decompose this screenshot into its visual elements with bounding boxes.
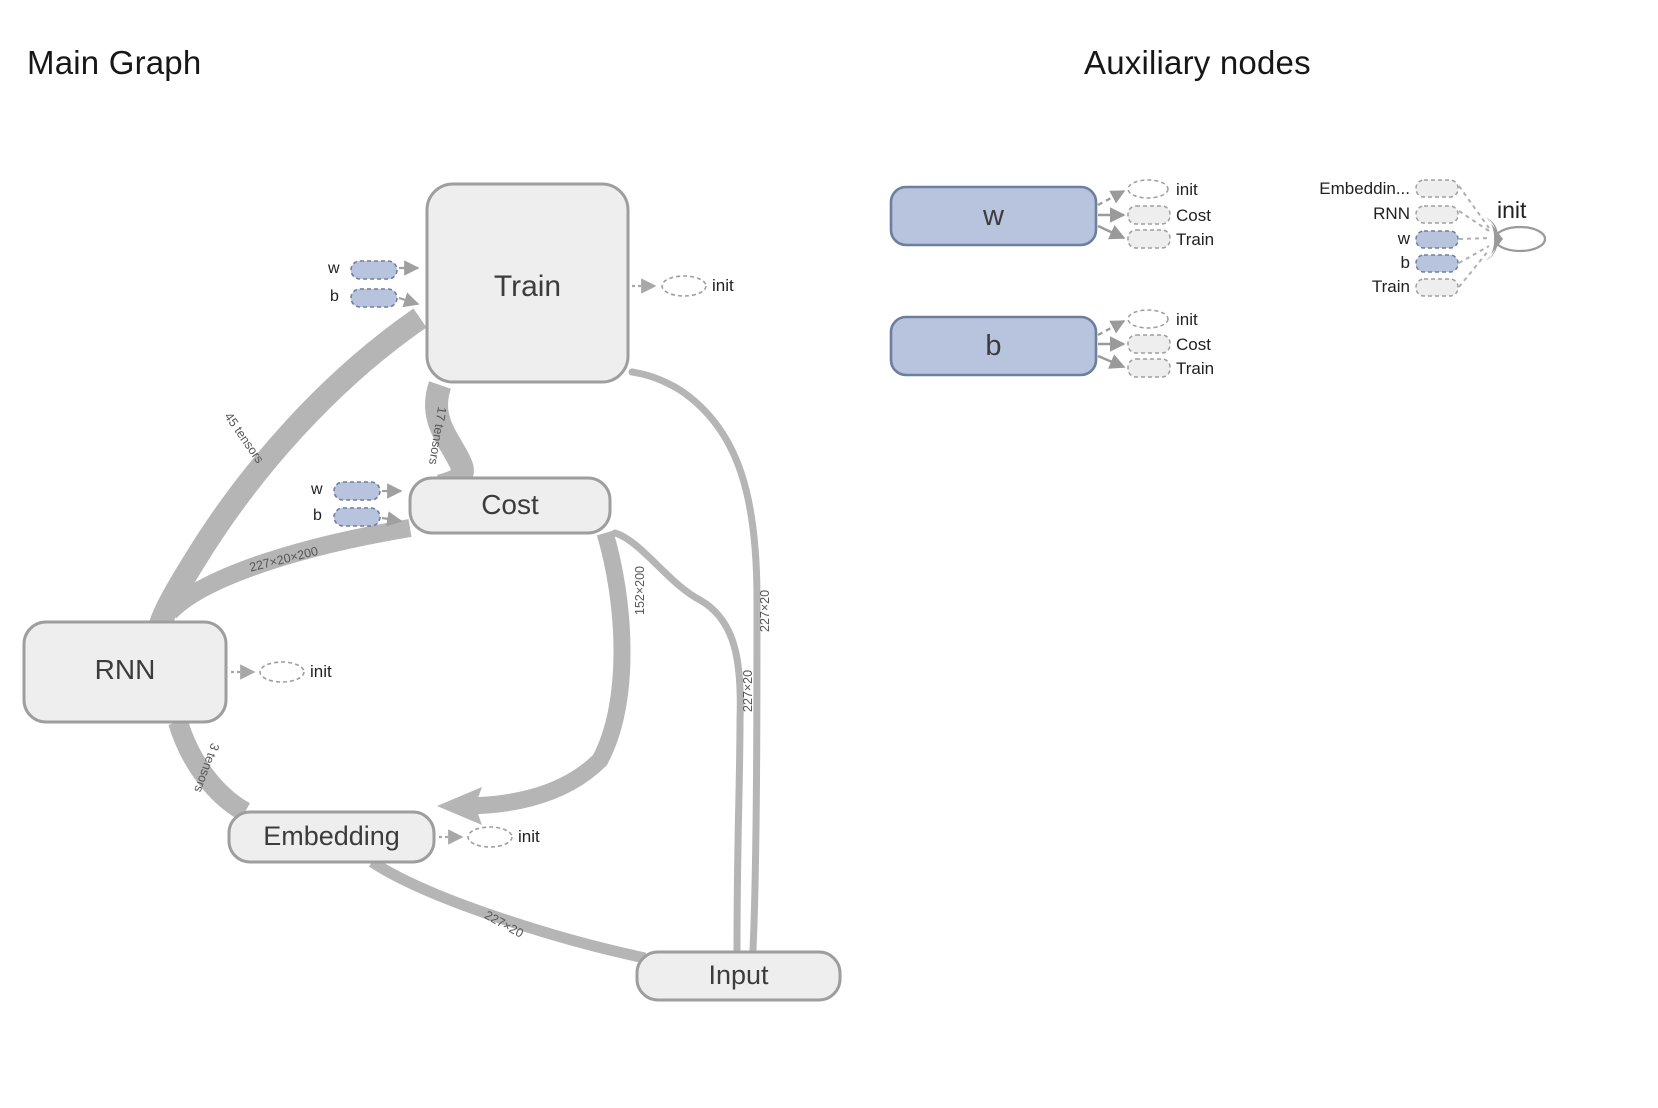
stub-label-train-w: w [328, 260, 340, 277]
aux-init-stub-rnn[interactable] [1415, 205, 1459, 224]
aux-b-edge-init [1097, 320, 1126, 336]
aux-w-edge-init [1097, 190, 1126, 206]
stub-label-train-b: b [330, 288, 339, 305]
aux-w-target-train[interactable] [1127, 229, 1171, 249]
aux-w-target-init[interactable] [1127, 179, 1169, 199]
edge-cost-embedding [461, 530, 631, 815]
graph-edges-layer [22, 179, 1547, 1002]
aux-init-stub-w[interactable] [1415, 230, 1459, 249]
stub-train-w[interactable] [350, 260, 398, 280]
aux-b-target-train[interactable] [1127, 358, 1171, 378]
aux-init-label-embedding: Embeddin... [1319, 179, 1410, 198]
aux-w-target-label-init: init [1176, 180, 1198, 199]
aux-init-label-train: Train [1371, 277, 1410, 296]
stub-cost-w[interactable] [333, 481, 381, 501]
aux-b-target-init[interactable] [1127, 309, 1169, 329]
edge-embedding-input [368, 857, 647, 964]
aux-w-target-label-cost: Cost [1176, 206, 1211, 225]
node-rnn[interactable] [22, 620, 228, 724]
stub-train-b[interactable] [350, 288, 398, 308]
node-cost[interactable] [408, 476, 612, 535]
aux-b-edge-train [1097, 354, 1126, 369]
edge-rnn-embedding [168, 718, 251, 821]
aux-w-group [889, 179, 1171, 249]
annotation-label-embedding-init: init [518, 827, 540, 846]
aux-b-target-label-cost: Cost [1176, 335, 1211, 354]
graph-canvas: Main Graph Auxiliary nodes Train Cost RN… [0, 0, 1658, 1108]
stub-cost-b-edge [381, 511, 403, 527]
aux-node-w[interactable] [889, 185, 1098, 247]
aux-init-label-rnn: RNN [1373, 204, 1410, 223]
aux-w-target-cost[interactable] [1127, 205, 1171, 225]
annotation-embedding-init[interactable] [467, 826, 513, 848]
node-train[interactable] [425, 182, 630, 384]
aux-b-target-label-train: Train [1176, 359, 1215, 378]
node-input[interactable] [635, 950, 842, 1002]
stub-cost-b[interactable] [333, 507, 381, 527]
edge-train-cost [425, 381, 474, 498]
aux-init-stub-train[interactable] [1415, 278, 1459, 297]
aux-w-target-label-train: Train [1176, 230, 1215, 249]
annotation-train-init[interactable] [661, 275, 707, 297]
aux-b-target-cost[interactable] [1127, 334, 1171, 354]
edge-input-cost [611, 529, 744, 954]
variable-stubs [333, 260, 420, 527]
thin-edges [611, 368, 761, 954]
aux-init-cluster-label: init [1497, 197, 1527, 223]
aux-init-stub-embedding[interactable] [1415, 179, 1459, 198]
aux-b-target-label-init: init [1176, 310, 1198, 329]
aux-node-b[interactable] [889, 315, 1098, 377]
stub-label-cost-b: b [313, 507, 322, 524]
node-embedding[interactable] [227, 810, 436, 864]
aux-w-edge-train [1097, 224, 1126, 240]
annotation-label-rnn-init: init [310, 662, 332, 681]
main-graph-nodes [22, 182, 842, 1002]
aux-init-edge-w [1458, 237, 1490, 240]
annotation-rnn-init[interactable] [259, 661, 305, 683]
aux-init-label-b: b [1400, 253, 1410, 272]
stub-train-b-edge [398, 292, 420, 308]
annotation-label-train-init: init [712, 276, 734, 295]
aux-init-label-w: w [1397, 229, 1410, 248]
stub-label-cost-w: w [311, 481, 323, 498]
aux-b-group [889, 309, 1171, 378]
aux-init-stub-b[interactable] [1415, 254, 1459, 273]
